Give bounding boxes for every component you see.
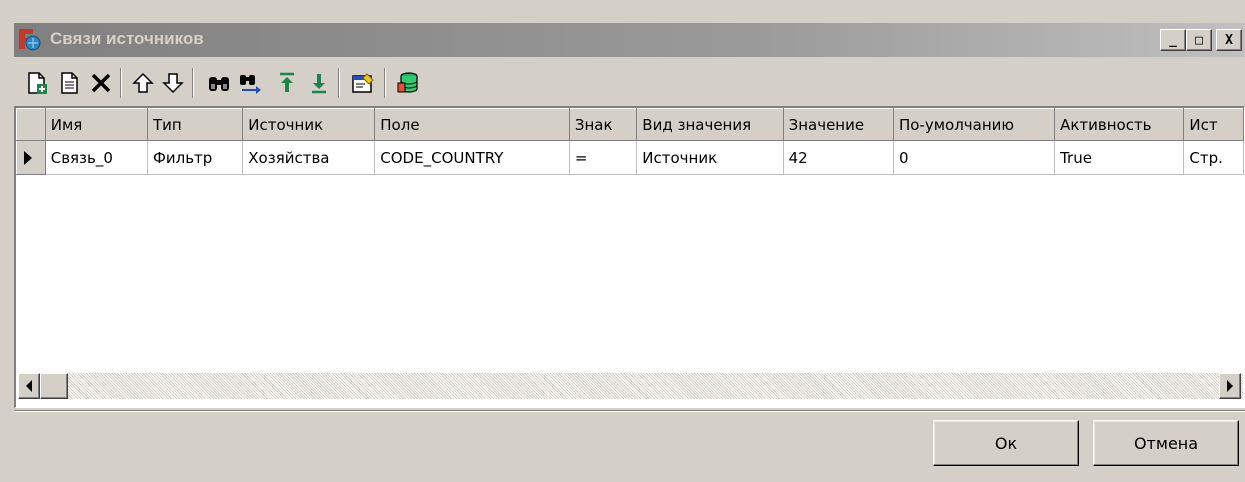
delete-icon: [91, 73, 111, 93]
find-next-button[interactable]: [238, 70, 264, 96]
minimize-icon: _: [1169, 32, 1177, 48]
properties-button[interactable]: [350, 70, 376, 96]
cell-name[interactable]: Связь_0: [45, 140, 148, 175]
column-header-active[interactable]: Активность: [1054, 108, 1185, 141]
move-up-button[interactable]: [130, 70, 156, 96]
arrow-left-icon: [26, 380, 32, 392]
scroll-right-button[interactable]: [1219, 373, 1241, 399]
maximize-button[interactable]: □: [1186, 29, 1212, 51]
indicator-header: [16, 108, 46, 141]
column-header-type[interactable]: Тип: [146, 108, 244, 141]
copy-record-icon: [61, 72, 78, 94]
new-record-button[interactable]: [24, 70, 50, 96]
cell-field[interactable]: CODE_COUNTRY: [374, 140, 570, 175]
database-button[interactable]: [396, 70, 422, 96]
cancel-button[interactable]: Отмена: [1093, 420, 1239, 466]
move-down-button[interactable]: [160, 70, 186, 96]
title-bar[interactable]: Связи источников _ □ X: [14, 23, 1245, 57]
toolbar-separator: [192, 68, 194, 98]
cell-value[interactable]: 42: [783, 140, 894, 175]
scroll-left-button[interactable]: [18, 373, 40, 399]
ok-button[interactable]: Ок: [933, 420, 1079, 466]
move-top-button[interactable]: [274, 70, 300, 96]
column-header-field[interactable]: Поле: [374, 108, 570, 141]
new-record-icon: [28, 72, 47, 94]
move-bottom-button[interactable]: [306, 70, 332, 96]
arrow-up-icon: [132, 72, 154, 93]
header-row: Имя Тип Источник Поле Знак Вид значения …: [16, 108, 1244, 141]
properties-icon: [352, 73, 374, 93]
toolbar-separator: [384, 68, 386, 98]
cell-default[interactable]: 0: [893, 140, 1056, 175]
move-top-icon: [280, 72, 294, 92]
column-header-source-2[interactable]: Ист: [1183, 108, 1244, 141]
find-next-icon: [240, 75, 261, 94]
copy-record-button[interactable]: [56, 70, 82, 96]
close-button[interactable]: X: [1216, 29, 1242, 51]
cell-sign[interactable]: =: [569, 140, 638, 175]
delete-button[interactable]: [88, 70, 114, 96]
find-button[interactable]: [206, 70, 232, 96]
column-header-name[interactable]: Имя: [44, 108, 148, 141]
arrow-down-icon: [162, 73, 184, 94]
links-table: Имя Тип Источник Поле Знак Вид значения …: [16, 108, 1244, 175]
column-header-value-kind[interactable]: Вид значения: [636, 108, 784, 141]
window-title: Связи источников: [50, 29, 204, 48]
column-header-source[interactable]: Источник: [242, 108, 376, 141]
arrow-right-icon: [1227, 380, 1233, 392]
find-icon: [209, 77, 229, 91]
cell-active[interactable]: True: [1054, 140, 1185, 175]
minimize-button[interactable]: _: [1160, 29, 1186, 51]
toolbar-separator: [120, 68, 122, 98]
cell-value-kind[interactable]: Источник: [636, 140, 784, 175]
column-header-value[interactable]: Значение: [782, 108, 894, 141]
cell-source[interactable]: Хозяйства: [242, 140, 376, 175]
cell-source-2[interactable]: Стр.: [1183, 140, 1244, 175]
row-indicator: [16, 140, 46, 175]
toolbar-separator: [338, 68, 340, 98]
close-icon: X: [1225, 32, 1233, 48]
move-bottom-icon: [312, 74, 326, 94]
horizontal-scrollbar[interactable]: [18, 373, 1243, 399]
current-row-arrow-icon: [24, 150, 32, 165]
table-row[interactable]: Связь_0 Фильтр Хозяйства CODE_COUNTRY = …: [16, 140, 1244, 175]
maximize-icon: □: [1195, 32, 1203, 48]
column-header-default[interactable]: По-умолчанию: [892, 108, 1056, 141]
links-grid[interactable]: Имя Тип Источник Поле Знак Вид значения …: [14, 106, 1245, 408]
toolbar: [14, 62, 1245, 104]
database-icon: [397, 72, 418, 93]
app-icon: [18, 28, 42, 52]
scroll-thumb[interactable]: [40, 373, 68, 399]
divider: [14, 410, 1245, 412]
column-header-sign[interactable]: Знак: [568, 108, 638, 141]
cell-type[interactable]: Фильтр: [147, 140, 244, 175]
